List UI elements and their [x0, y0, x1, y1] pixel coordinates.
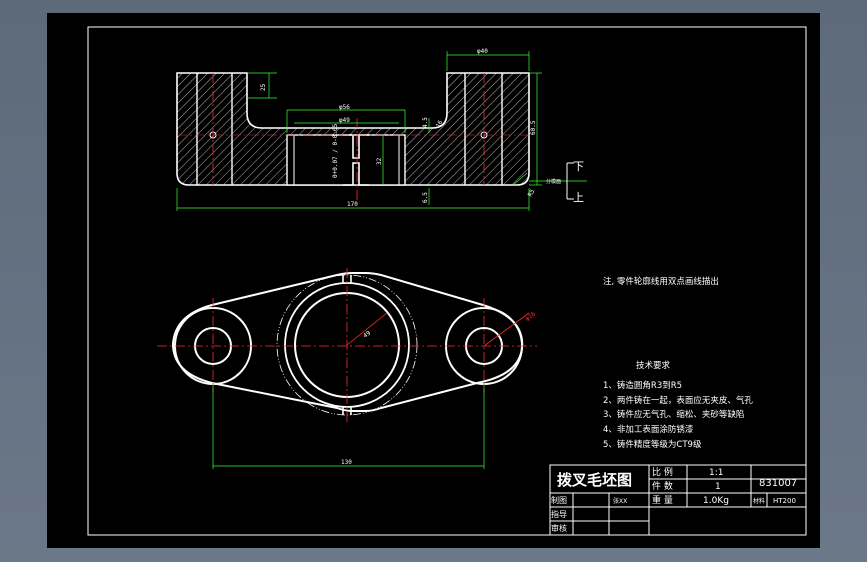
parting-surface-label: 分模面: [546, 178, 561, 185]
drawn-by: 张XX: [613, 497, 627, 505]
drawn-label: 制图: [551, 495, 567, 505]
bore-radius-line: [346, 312, 388, 346]
weight-value: 1.0Kg: [703, 496, 729, 506]
drawing-canvas: 170 φ40 25 φ56 φ49 0+0.07 / 0-0.05 32 60…: [47, 13, 820, 548]
outline-note: 注, 零件轮廓线用双点画线描出: [603, 276, 719, 287]
dim-bottom: 6.5: [422, 192, 429, 203]
requirement-5: 5、铸件精度等级为CT9级: [603, 439, 702, 450]
guide-label: 指导: [551, 509, 567, 519]
material-label: 材料: [753, 497, 765, 505]
dim-overall-length: 170: [347, 201, 358, 208]
dim-right-height: 60.5: [530, 120, 537, 135]
requirement-2: 2、两件铸在一起，表面应无夹皮、气孔: [603, 395, 753, 406]
requirement-1: 1、铸造圆角R3到R5: [603, 380, 682, 391]
central-bore: [286, 134, 406, 186]
drawing-name: 拨叉毛坯图: [557, 471, 632, 489]
quantity-label: 件 数: [652, 480, 673, 492]
parting-bottom-label: 上: [573, 191, 584, 204]
dim-bore-dia: 49: [362, 330, 372, 340]
dim-inner-bore: φ49: [339, 117, 350, 124]
scale-label: 比 例: [652, 466, 673, 478]
tech-requirements-title: 技术要求: [636, 360, 671, 371]
dim-outer-bore: φ56: [339, 104, 350, 111]
plan-centerlines: [157, 268, 537, 423]
dim-top-width: φ40: [477, 48, 488, 55]
scale-value: 1:1: [709, 468, 723, 478]
quantity-value: 1: [715, 482, 721, 492]
section-view: 170 φ40 25 φ56 φ49 0+0.07 / 0-0.05 32 60…: [176, 48, 587, 211]
dim-inner-height: 32: [376, 157, 383, 165]
cad-drawing: 170 φ40 25 φ56 φ49 0+0.07 / 0-0.05 32 60…: [87, 26, 807, 536]
plan-view: 49 φ16 130: [157, 268, 537, 469]
dim-bore-tolerance: 0+0.07 / 0-0.05: [332, 123, 339, 178]
weight-label: 重 量: [652, 494, 673, 506]
parting-top-label: 下: [573, 160, 584, 173]
drawing-number: 831007: [759, 478, 797, 489]
requirement-3: 3、铸件应无气孔、缩松、夹砂等缺陷: [603, 409, 744, 420]
dim-corner: R5: [527, 188, 537, 198]
dim-small-a: 4.5: [422, 117, 429, 128]
material-value: HT200: [773, 497, 796, 505]
parting-line-marks: 下 上 分模面: [529, 160, 587, 204]
requirement-4: 4、非加工表面涂防锈漆: [603, 424, 694, 435]
review-label: 审核: [551, 523, 567, 533]
dim-center-distance: 130: [341, 459, 352, 466]
dim-ear-dia: φ16: [524, 310, 537, 322]
dim-left-height: 25: [260, 83, 267, 91]
